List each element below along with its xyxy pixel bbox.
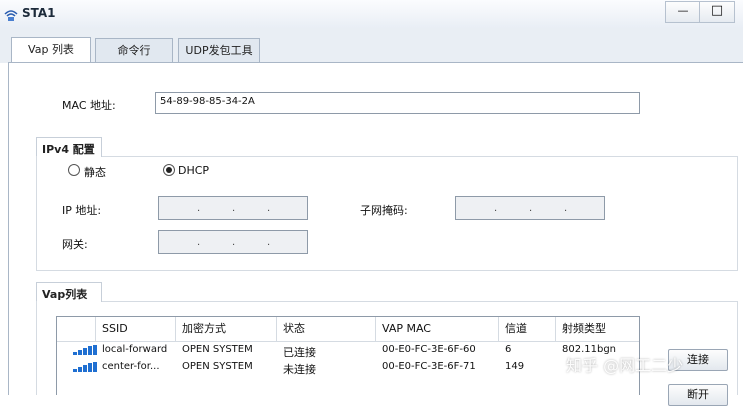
signal-strength-icon [73,345,97,355]
watermark: 知乎 @网工二少 [566,356,684,375]
disconnect-button[interactable]: 断开 [668,384,728,406]
maximize-button[interactable]: □ [699,1,735,23]
column-header-status[interactable]: 状态 [277,317,376,341]
column-header-channel[interactable]: 信道 [499,317,556,341]
signal-strength-icon [73,362,97,372]
column-header-radio-type[interactable]: 射频类型 [556,317,639,341]
station-icon [4,10,18,21]
minimize-button[interactable]: — [665,1,701,23]
row-vap-mac: 00-E0-FC-3E-6F-60 [382,344,476,355]
row-ssid: center-for... [102,361,160,372]
row-status: 已连接 [283,346,316,359]
ip-label: IP 地址: [62,204,102,217]
vap-group-title: Vap列表 [36,282,102,302]
row-ssid: local-forward [102,344,168,355]
row-status: 未连接 [283,363,316,376]
column-header-ssid[interactable]: SSID [96,317,176,341]
column-header-vap-mac[interactable]: VAP MAC [376,317,499,341]
minimize-icon: — [677,4,689,17]
gateway-field[interactable]: . . . [158,230,308,254]
column-header-encryption[interactable]: 加密方式 [176,317,277,341]
tab-udp-tool[interactable]: UDP发包工具 [178,38,260,62]
table-header-divider [57,341,639,342]
window-title: STA1 [22,6,56,20]
mac-label: MAC 地址: [62,99,116,112]
maximize-icon: □ [710,3,724,18]
static-radio[interactable] [68,164,80,176]
static-label: 静态 [84,166,106,179]
subnet-mask-field[interactable]: . . . [455,196,605,220]
row-channel: 6 [505,344,512,355]
row-encryption: OPEN SYSTEM [182,361,253,372]
gateway-label: 网关: [62,238,88,251]
dhcp-label: DHCP [178,164,210,177]
tab-strip: Vap 列表 命令行 UDP发包工具 [0,28,743,63]
tab-command-line[interactable]: 命令行 [95,38,173,62]
row-channel: 149 [505,361,525,372]
dhcp-radio[interactable] [163,164,175,176]
row-vap-mac: 00-E0-FC-3E-6F-71 [382,361,476,372]
subnet-mask-label: 子网掩码: [360,204,408,217]
row-encryption: OPEN SYSTEM [182,344,253,355]
ip-address-field[interactable]: . . . [158,196,308,220]
title-bar: STA1 — □ [0,0,743,29]
vap-table: SSID 加密方式 状态 VAP MAC 信道 射频类型 local-forwa… [56,316,640,395]
ipv4-group-title: IPv4 配置 [36,137,102,157]
mac-address-field[interactable]: 54-89-98-85-34-2A [155,92,640,114]
tab-vap-list[interactable]: Vap 列表 [11,37,91,63]
signal-column-header [57,317,96,341]
